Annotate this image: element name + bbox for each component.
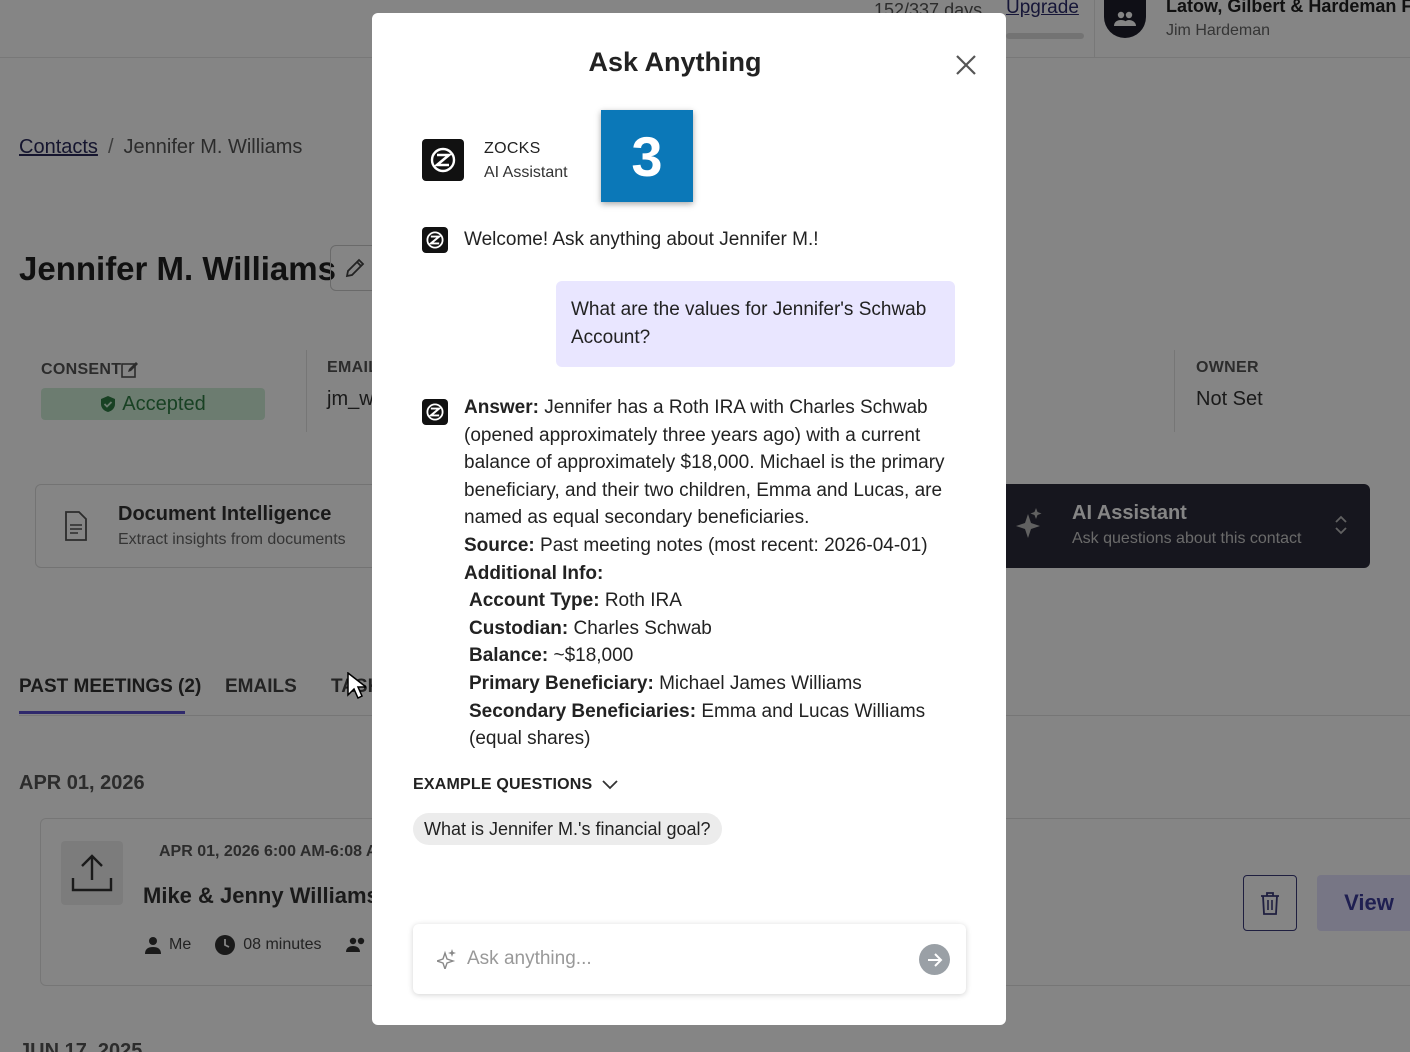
info-secondary-beneficiaries: Secondary Beneficiaries: Emma and Lucas …	[469, 700, 926, 750]
assistant-avatar-icon	[422, 227, 448, 253]
assistant-answer: Answer: Jennifer has a Roth IRA with Cha…	[464, 394, 960, 753]
zocks-logo	[422, 139, 464, 181]
brand-subtitle: AI Assistant	[484, 164, 568, 181]
sparkle-icon	[437, 949, 456, 969]
welcome-message: Welcome! Ask anything about Jennifer M.!	[464, 229, 819, 250]
ask-anything-dialog: Ask Anything ZOCKS AI Assistant 3 Welcom…	[372, 13, 1006, 1025]
assistant-avatar-icon	[422, 399, 448, 425]
source-label: Source:	[464, 534, 535, 556]
example-question-chip[interactable]: What is Jennifer M.'s financial goal?	[413, 813, 722, 845]
user-message: What are the values for Jennifer's Schwa…	[556, 281, 955, 367]
send-button[interactable]	[919, 944, 950, 975]
arrow-right-icon	[927, 952, 942, 967]
info-primary-beneficiary: Primary Beneficiary: Michael James Willi…	[469, 672, 862, 694]
ask-input-box	[413, 924, 966, 994]
info-custodian: Custodian: Charles Schwab	[469, 617, 712, 639]
close-icon[interactable]	[952, 51, 980, 79]
source-text: Past meeting notes (most recent: 2026-04…	[534, 534, 928, 556]
additional-info-label: Additional Info:	[464, 562, 604, 584]
zocks-logo-icon	[426, 231, 444, 249]
mouse-cursor-icon	[347, 672, 366, 700]
zocks-logo-icon	[426, 403, 444, 421]
brand-name: ZOCKS	[484, 140, 541, 157]
info-account-type: Account Type: Roth IRA	[469, 590, 682, 612]
example-questions-toggle[interactable]: EXAMPLE QUESTIONS	[413, 776, 619, 794]
ask-input[interactable]	[467, 944, 907, 974]
step-number-badge: 3	[601, 110, 693, 202]
answer-paragraph: Answer: Jennifer has a Roth IRA with Cha…	[464, 394, 960, 532]
source-line: Source: Past meeting notes (most recent:…	[464, 532, 960, 560]
answer-label: Answer:	[464, 397, 539, 418]
example-questions-label: EXAMPLE QUESTIONS	[413, 776, 593, 793]
info-balance: Balance: ~$18,000	[469, 645, 634, 667]
zocks-logo-icon	[430, 147, 456, 173]
dialog-title: Ask Anything	[588, 47, 762, 77]
chevron-down-icon	[602, 780, 619, 790]
